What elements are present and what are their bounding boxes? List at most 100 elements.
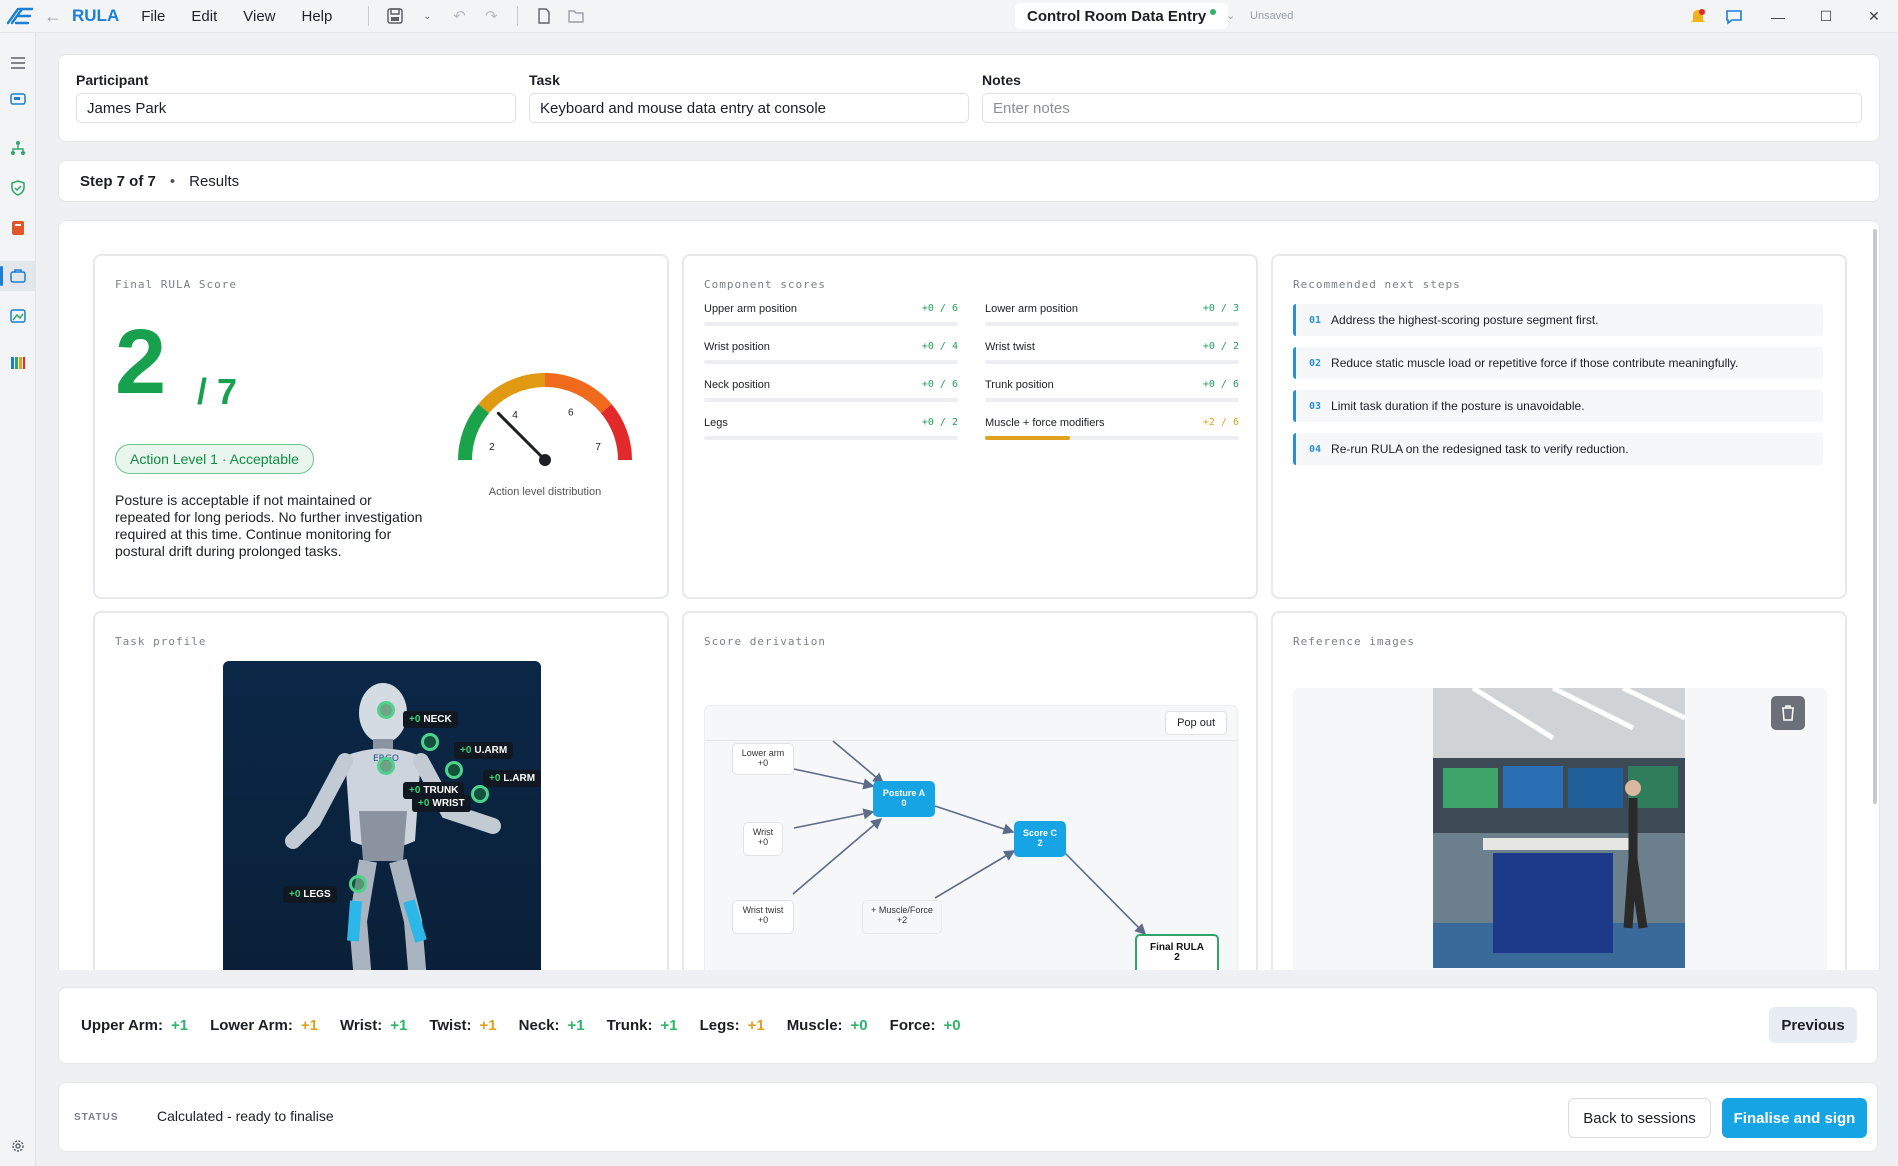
task-profile-title: Task profile <box>115 635 207 648</box>
recommendation-item: 04 Re-run RULA on the redesigned task to … <box>1293 433 1823 465</box>
component-name: Wrist position <box>704 341 770 353</box>
summary-twist: Twist: +1 <box>429 1017 496 1034</box>
derivation-graph[interactable]: Pop out Lower arm +0 Wrist +0 Wrist twist +… <box>704 705 1238 970</box>
reference-photo[interactable] <box>1433 688 1685 968</box>
dashboard-icon[interactable] <box>0 85 36 115</box>
recommendation-text: Limit task duration if the posture is un… <box>1331 399 1585 413</box>
hamburger-menu-icon[interactable] <box>0 48 36 78</box>
status-message: Calculated - ready to finalise <box>157 1108 334 1124</box>
summary-value: +1 <box>747 1017 765 1034</box>
window-controls: — ☐ ✕ <box>1682 0 1898 33</box>
summary-neck: Neck: +1 <box>519 1017 585 1034</box>
joint-upper-arm[interactable] <box>421 733 439 751</box>
notes-input[interactable]: Enter notes <box>982 93 1862 123</box>
node-muscle-force[interactable]: + Muscle/Force +2 <box>862 900 942 934</box>
component-score-row: Muscle + force modifiers +2 / 6 <box>985 417 1239 440</box>
scrollbar[interactable] <box>1873 229 1877 804</box>
joint-legs[interactable] <box>349 875 367 893</box>
close-icon[interactable]: ✕ <box>1850 0 1898 33</box>
component-value: +0 / 6 <box>921 303 958 314</box>
component-bar <box>985 360 1239 364</box>
node-posture-a[interactable]: Posture A0 <box>873 781 935 817</box>
save-icon[interactable] <box>384 5 406 27</box>
library-icon[interactable] <box>0 348 36 378</box>
component-bar <box>704 360 958 364</box>
summary-value: +1 <box>479 1017 497 1034</box>
component-bar <box>985 322 1239 326</box>
gallery-icon[interactable] <box>0 301 36 331</box>
document-title[interactable]: Control Room Data Entry <box>1015 3 1229 29</box>
new-file-icon[interactable] <box>533 5 555 27</box>
node-wrist[interactable]: Wrist +0 <box>743 822 783 856</box>
reference-images-panel: Reference images <box>1271 611 1847 970</box>
component-value: +0 / 6 <box>921 379 958 390</box>
action-level-badge: Action Level 1 · Acceptable <box>115 444 314 474</box>
participant-input[interactable]: James Park <box>76 93 516 123</box>
trash-icon <box>1782 705 1794 721</box>
menu-edit[interactable]: Edit <box>191 8 217 25</box>
component-scores-title: Component scores <box>704 278 826 291</box>
document-chevron-icon[interactable]: ⌄ <box>1226 9 1235 22</box>
joint-lower-arm[interactable] <box>445 761 463 779</box>
node-label: Wrist <box>752 827 774 837</box>
assessment-icon[interactable] <box>0 261 36 291</box>
tag-neck: +0 NECK <box>403 711 458 728</box>
status-text: Calculated - ready to finalise <box>157 1108 334 1124</box>
summary-label: Upper Arm: <box>81 1017 163 1034</box>
folder-icon[interactable] <box>565 5 587 27</box>
joint-wrist[interactable] <box>471 785 489 803</box>
chevron-down-icon[interactable]: ⌄ <box>416 5 438 27</box>
component-score-row: Legs +0 / 2 <box>704 417 958 440</box>
back-arrow-icon[interactable]: ← <box>44 6 62 27</box>
node-final-rula[interactable]: Final RULA 2 <box>1135 934 1219 970</box>
tag-name: L.ARM <box>503 773 536 784</box>
minimize-icon[interactable]: — <box>1754 0 1802 33</box>
component-name: Legs <box>704 417 728 429</box>
undo-icon[interactable]: ↶ <box>448 5 470 27</box>
step-separator: • <box>169 172 176 190</box>
task-input[interactable]: Keyboard and mouse data entry at console <box>529 93 969 123</box>
gauge-tick-label: 7 <box>595 442 601 453</box>
shield-icon[interactable] <box>0 173 36 203</box>
component-name: Wrist twist <box>985 341 1035 353</box>
recommendations-panel: Recommended next steps 01 Address the hig… <box>1271 254 1847 599</box>
node-score-c[interactable]: Score C2 <box>1014 821 1066 857</box>
recommendation-text: Address the highest-scoring posture segm… <box>1331 313 1599 327</box>
previous-button[interactable]: Previous <box>1769 1007 1857 1043</box>
summary-value: +1 <box>660 1017 678 1034</box>
summary-label: Trunk: <box>606 1017 653 1034</box>
menu-file[interactable]: File <box>141 8 165 25</box>
sidebar <box>0 33 36 1166</box>
node-lower-arm[interactable]: Lower arm +0 <box>732 743 794 775</box>
document-title-text: Control Room Data Entry <box>1027 7 1207 25</box>
component-value: +2 / 6 <box>1202 417 1239 428</box>
finalise-and-sign-button[interactable]: Finalise and sign <box>1722 1098 1867 1138</box>
hierarchy-icon[interactable] <box>0 133 36 163</box>
summary-value: +1 <box>300 1017 318 1034</box>
component-score-row: Neck position +0 / 6 <box>704 379 958 402</box>
status-label: STATUS <box>74 1112 119 1123</box>
summary-label: Force: <box>889 1017 936 1034</box>
joint-neck[interactable] <box>377 701 395 719</box>
component-bar <box>704 436 958 440</box>
chat-icon[interactable] <box>1714 0 1754 33</box>
component-bar-fill <box>985 436 1070 440</box>
component-name: Trunk position <box>985 379 1054 391</box>
back-to-sessions-button[interactable]: Back to sessions <box>1568 1098 1711 1138</box>
node-wrist-twist[interactable]: Wrist twist +0 <box>732 900 794 934</box>
delete-image-button[interactable] <box>1771 696 1805 730</box>
gauge-caption: Action level distribution <box>488 486 602 498</box>
gauge-segment <box>544 373 612 414</box>
menu-help[interactable]: Help <box>302 8 333 25</box>
task-profile-panel: Task profile ERGO +0NECK +0U. <box>93 611 669 970</box>
menu-view[interactable]: View <box>243 8 275 25</box>
maximize-icon[interactable]: ☐ <box>1802 0 1850 33</box>
session-form: Participant James Park Task Keyboard and… <box>58 54 1880 142</box>
notification-bell-icon[interactable] <box>1682 0 1714 33</box>
gauge-tick-label: 6 <box>568 407 574 418</box>
settings-gear-icon[interactable] <box>0 1131 36 1161</box>
joint-trunk[interactable] <box>377 757 395 775</box>
gauge-segment <box>458 404 490 461</box>
redo-icon[interactable]: ↷ <box>480 5 502 27</box>
book-icon[interactable] <box>0 213 36 243</box>
